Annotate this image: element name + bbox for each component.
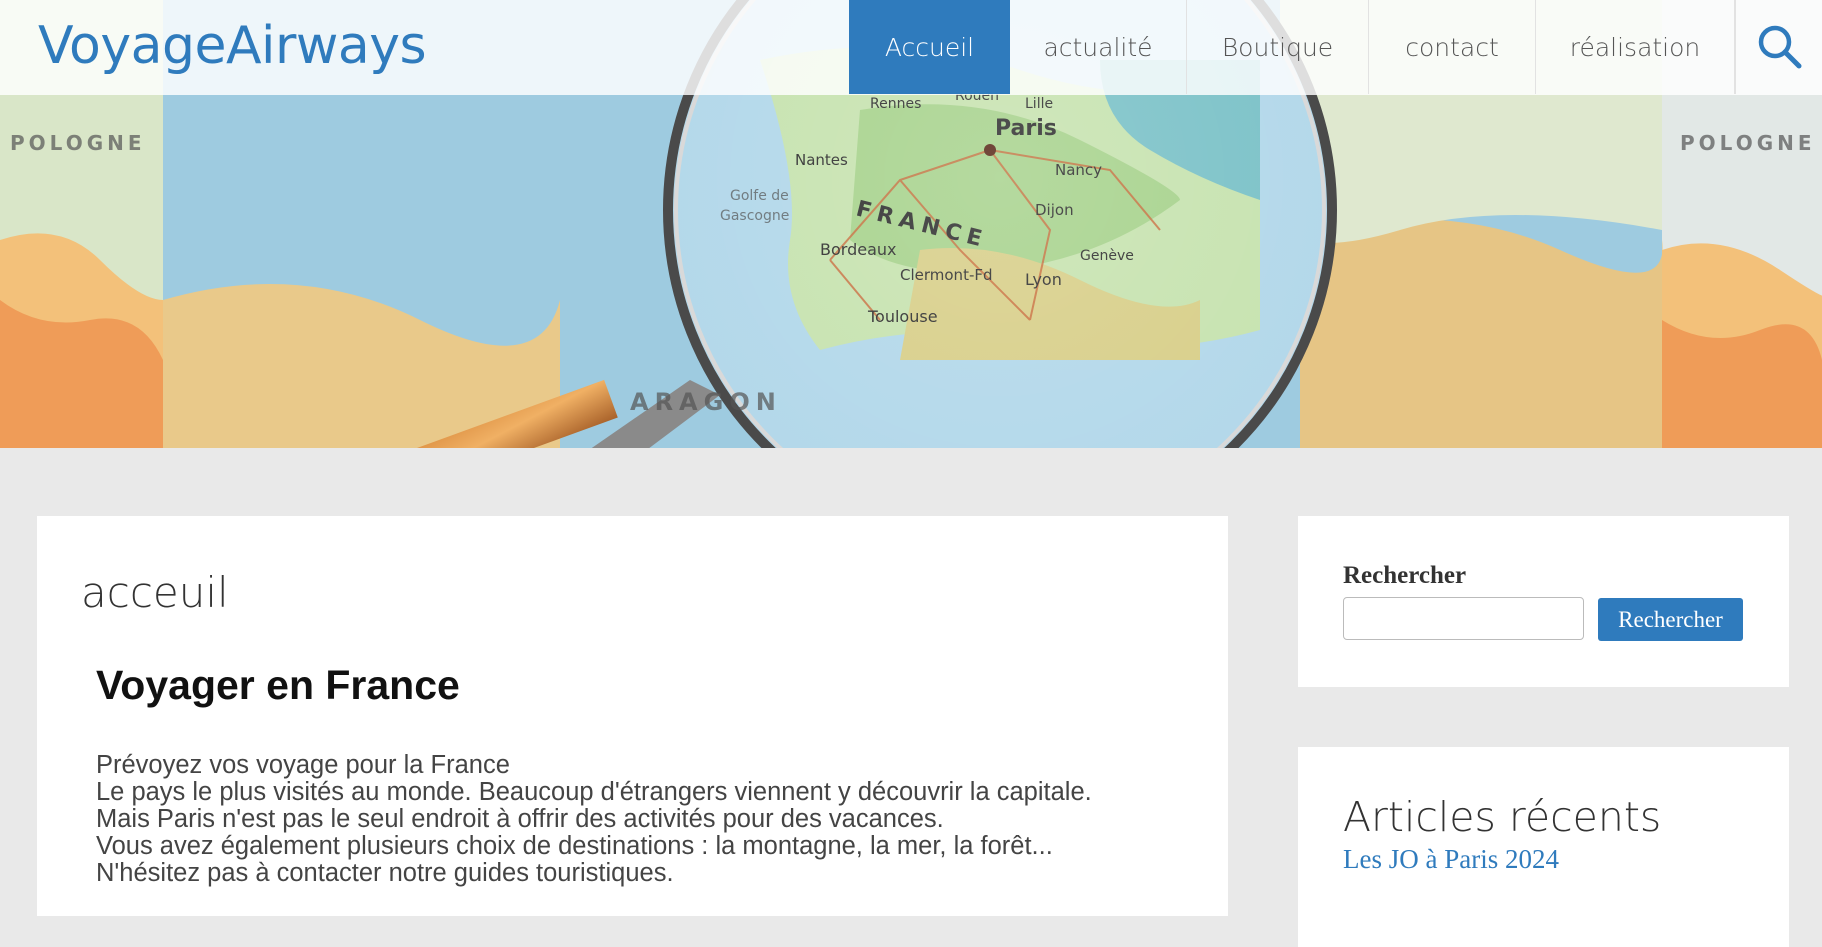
- search-widget: Rechercher Rechercher: [1298, 516, 1789, 687]
- recent-article-link[interactable]: Les JO à Paris 2024: [1343, 844, 1559, 875]
- paragraph-line: Le pays le plus visités au monde. Beauco…: [96, 778, 1092, 806]
- recent-articles-title: Articles récents: [1343, 793, 1662, 841]
- site-header: VoyageAirways Accueil actualité Boutique…: [0, 0, 1822, 95]
- svg-text:Golfe de: Golfe de: [730, 188, 789, 204]
- paragraph-line: Prévoyez vos voyage pour la France: [96, 751, 510, 779]
- nav-item-accueil[interactable]: Accueil: [849, 0, 1010, 94]
- paragraph-line: N'hésitez pas à contacter notre guides t…: [96, 859, 674, 887]
- site-title-link[interactable]: VoyageAirways: [38, 14, 427, 78]
- header-search-button[interactable]: [1735, 0, 1822, 94]
- search-widget-label: Rechercher: [1343, 562, 1467, 589]
- search-input[interactable]: [1343, 597, 1584, 640]
- nav-item-contact[interactable]: contact: [1369, 0, 1536, 94]
- body-paragraph: Prévoyez vos voyage pour la France Le pa…: [96, 752, 1092, 887]
- paragraph-line: Mais Paris n'est pas le seul endroit à o…: [96, 805, 944, 833]
- search-submit-button[interactable]: Rechercher: [1598, 598, 1743, 641]
- section-heading: Voyager en France: [96, 662, 460, 708]
- svg-text:POLOGNE: POLOGNE: [1680, 131, 1816, 155]
- nav-item-realisation[interactable]: réalisation: [1536, 0, 1735, 94]
- main-content-card: acceuil Voyager en France Prévoyez vos v…: [37, 516, 1228, 916]
- svg-text:Gascogne: Gascogne: [720, 208, 789, 224]
- svg-text:ARAGON: ARAGON: [630, 388, 782, 416]
- nav-item-boutique[interactable]: Boutique: [1187, 0, 1369, 94]
- main-nav: Accueil actualité Boutique contact réali…: [849, 0, 1735, 94]
- page-title: acceuil: [81, 568, 229, 617]
- paragraph-line: Vous avez également plusieurs choix de d…: [96, 832, 1053, 860]
- recent-articles-widget: Articles récents Les JO à Paris 2024: [1298, 747, 1789, 947]
- svg-text:POLOGNE: POLOGNE: [10, 131, 146, 155]
- search-icon: [1758, 25, 1801, 69]
- nav-item-actualite[interactable]: actualité: [1010, 0, 1187, 94]
